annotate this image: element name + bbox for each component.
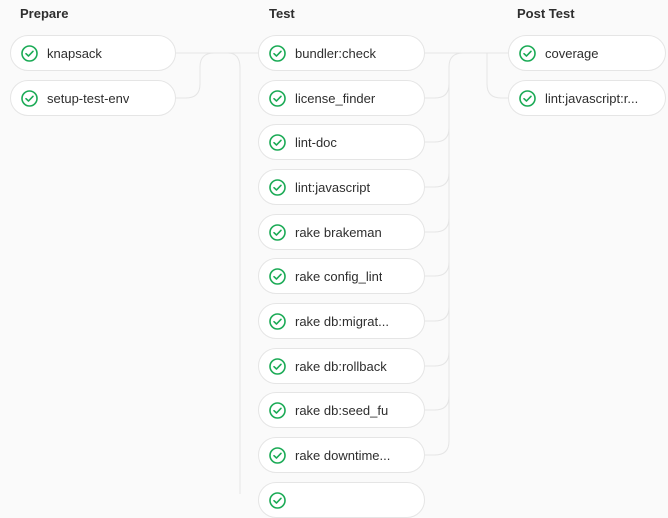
job-name: rake db:rollback — [295, 358, 387, 374]
check-circle-icon — [269, 401, 286, 419]
job-name: setup-test-env — [47, 90, 130, 106]
connector-line — [486, 52, 508, 99]
job-name: rake config_lint — [295, 268, 383, 284]
check-circle-icon — [21, 44, 38, 62]
connector-line — [425, 173, 450, 233]
connector-line — [425, 307, 450, 367]
job-lint-javascript[interactable]: lint:javascript — [258, 169, 425, 205]
job-lint-javascript-report[interactable]: lint:javascript:r... — [508, 80, 666, 116]
job-name: rake brakeman — [295, 224, 382, 240]
job-cut-off[interactable] — [258, 482, 425, 518]
job-rake-db-rollback[interactable]: rake db:rollback — [258, 348, 425, 384]
check-circle-icon — [269, 267, 286, 285]
connector-line — [176, 52, 258, 99]
check-circle-icon — [269, 89, 286, 107]
job-name: rake db:seed_fu — [295, 402, 389, 418]
job-name: rake db:migrat... — [295, 313, 389, 329]
job-rake-brakeman[interactable]: rake brakeman — [258, 214, 425, 250]
connector-line — [425, 128, 450, 188]
connector-line — [425, 262, 450, 322]
connector-line — [425, 352, 450, 411]
connector-line — [425, 218, 450, 277]
check-circle-icon — [269, 178, 286, 196]
job-name: bundler:check — [295, 45, 376, 61]
job-name: knapsack — [47, 45, 102, 61]
connector-line — [425, 396, 450, 456]
stage-title-prepare: Prepare — [20, 6, 69, 21]
stage-title-test: Test — [269, 6, 295, 21]
job-name: coverage — [545, 45, 599, 61]
check-circle-icon — [269, 446, 286, 464]
job-name: lint:javascript — [295, 179, 371, 195]
stage-title-post-test: Post Test — [517, 6, 575, 21]
job-name: rake downtime... — [295, 447, 391, 463]
job-name: lint:javascript:r... — [545, 90, 639, 106]
check-circle-icon — [21, 89, 38, 107]
check-circle-icon — [269, 312, 286, 330]
check-circle-icon — [519, 89, 536, 107]
check-circle-icon — [269, 44, 286, 62]
connector-line — [425, 84, 450, 143]
job-license-finder[interactable]: license_finder — [258, 80, 425, 116]
connector-line — [425, 52, 464, 99]
job-name: license_finder — [295, 90, 376, 106]
check-circle-icon — [269, 357, 286, 375]
job-name: lint-doc — [295, 134, 337, 150]
check-circle-icon — [519, 44, 536, 62]
check-circle-icon — [269, 491, 286, 509]
job-lint-doc[interactable]: lint-doc — [258, 124, 425, 160]
job-rake-downtime[interactable]: rake downtime... — [258, 437, 425, 473]
job-rake-db-seed-fu[interactable]: rake db:seed_fu — [258, 392, 425, 428]
job-coverage[interactable]: coverage — [508, 35, 666, 71]
job-bundler-check[interactable]: bundler:check — [258, 35, 425, 71]
job-rake-config-lint[interactable]: rake config_lint — [258, 258, 425, 294]
check-circle-icon — [269, 133, 286, 151]
check-circle-icon — [269, 223, 286, 241]
job-rake-db-migrate[interactable]: rake db:migrat... — [258, 303, 425, 339]
connector-line — [227, 52, 241, 69]
job-setup-test-env[interactable]: setup-test-env — [10, 80, 176, 116]
job-knapsack[interactable]: knapsack — [10, 35, 176, 71]
